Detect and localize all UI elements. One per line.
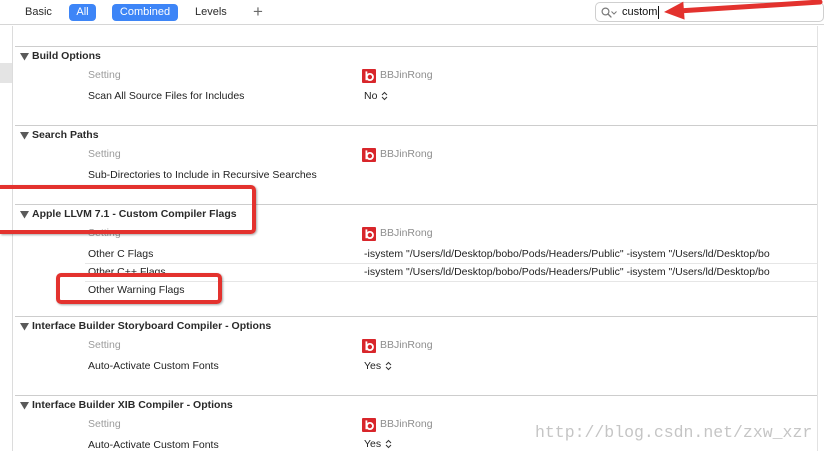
text-caret	[658, 5, 660, 19]
setting-value-text: -isystem "/Users/ld/Desktop/bobo/Pods/He…	[364, 266, 770, 278]
column-header-row: Setting BBJinRong	[85, 224, 817, 243]
setting-name: Other C++ Flags	[88, 266, 166, 278]
section-search-paths: Search Paths Setting BBJinRong Sub-Direc…	[15, 125, 817, 184]
stepper-chevron-icon[interactable]	[381, 91, 388, 101]
left-gutter-divider	[12, 26, 13, 451]
search-field[interactable]: custom	[595, 2, 824, 22]
all-filter-button[interactable]: All	[69, 4, 96, 21]
target-column-label: BBJinRong	[380, 69, 433, 81]
section-title: Search Paths	[32, 129, 99, 141]
stepper-chevron-icon[interactable]	[385, 361, 392, 371]
section-title: Build Options	[32, 50, 101, 62]
watermark-text: http://blog.csdn.net/zxw_xzr	[535, 423, 813, 442]
setting-column-label: Setting	[88, 418, 121, 430]
disclosure-triangle-icon[interactable]	[20, 132, 29, 140]
setting-value-text: -isystem "/Users/ld/Desktop/bobo/Pods/He…	[364, 248, 770, 260]
setting-column-label: Setting	[88, 227, 121, 239]
target-column-label: BBJinRong	[380, 227, 433, 239]
disclosure-triangle-icon[interactable]	[20, 211, 29, 219]
search-input-text: custom	[622, 6, 658, 18]
setting-row-scan-all-source-files[interactable]: Scan All Source Files for Includes No	[85, 87, 817, 105]
setting-row-auto-activate-custom-fonts[interactable]: Auto-Activate Custom Fonts Yes	[85, 357, 817, 375]
disclosure-triangle-icon[interactable]	[20, 53, 29, 61]
setting-value-text: No	[364, 90, 378, 102]
target-app-icon	[362, 338, 376, 353]
setting-column-label: Setting	[88, 339, 121, 351]
section-header[interactable]: Build Options	[15, 47, 817, 66]
section-build-options: Build Options Setting BBJinRong Scan All…	[15, 46, 817, 105]
add-setting-button[interactable]: +	[251, 3, 265, 21]
section-header[interactable]: Search Paths	[15, 126, 817, 145]
setting-value-popup[interactable]: Yes	[364, 357, 392, 375]
target-column-label: BBJinRong	[380, 418, 433, 430]
section-header[interactable]: Apple LLVM 7.1 - Custom Compiler Flags	[15, 205, 817, 224]
setting-name: Other Warning Flags	[88, 284, 185, 296]
setting-name: Auto-Activate Custom Fonts	[88, 360, 219, 372]
setting-column-label: Setting	[88, 148, 121, 160]
disclosure-triangle-icon[interactable]	[20, 402, 29, 410]
setting-column-label: Setting	[88, 69, 121, 81]
setting-name: Auto-Activate Custom Fonts	[88, 439, 219, 451]
section-title: Interface Builder XIB Compiler - Options	[32, 399, 233, 411]
basic-filter-button[interactable]: Basic	[19, 4, 59, 21]
section-header[interactable]: Interface Builder Storyboard Compiler - …	[15, 317, 817, 336]
setting-value-popup[interactable]: No	[364, 87, 388, 105]
column-header-row: Setting BBJinRong	[85, 66, 817, 85]
build-settings-window: Basic All Combined Levels + custom Build…	[0, 0, 824, 451]
column-header-row: Setting BBJinRong	[85, 145, 817, 164]
setting-row-other-cpp-flags[interactable]: Other C++ Flags -isystem "/Users/ld/Desk…	[85, 263, 817, 281]
search-input[interactable]: custom	[622, 3, 660, 21]
setting-name: Scan All Source Files for Includes	[88, 90, 245, 102]
levels-view-button[interactable]: Levels	[189, 4, 235, 21]
combined-view-button[interactable]: Combined	[112, 4, 178, 21]
section-storyboard-compiler-options: Interface Builder Storyboard Compiler - …	[15, 316, 817, 375]
setting-row-other-c-flags[interactable]: Other C Flags -isystem "/Users/ld/Deskto…	[85, 245, 817, 263]
search-options-chevron-icon[interactable]	[611, 11, 617, 15]
target-column-label: BBJinRong	[380, 148, 433, 160]
section-custom-compiler-flags: Apple LLVM 7.1 - Custom Compiler Flags S…	[15, 204, 817, 299]
target-app-icon	[362, 68, 376, 83]
setting-value-text: Yes	[364, 360, 382, 372]
setting-row-other-warning-flags[interactable]: Other Warning Flags	[85, 281, 817, 299]
section-title: Apple LLVM 7.1 - Custom Compiler Flags	[32, 208, 237, 220]
setting-row-recursive-subdirectories[interactable]: Sub-Directories to Include in Recursive …	[85, 166, 817, 184]
target-app-icon	[362, 226, 376, 241]
setting-name: Other C Flags	[88, 248, 154, 260]
setting-value-text: Yes	[364, 437, 382, 450]
column-header-row: Setting BBJinRong	[85, 336, 817, 355]
setting-value[interactable]: -isystem "/Users/ld/Desktop/bobo/Pods/He…	[364, 264, 770, 281]
section-title: Interface Builder Storyboard Compiler - …	[32, 320, 272, 332]
stepper-chevron-icon[interactable]	[385, 439, 392, 449]
gutter-selection	[0, 63, 12, 83]
right-divider	[817, 26, 818, 451]
target-app-icon	[362, 417, 376, 432]
target-app-icon	[362, 147, 376, 162]
build-settings-toolbar: Basic All Combined Levels + custom	[0, 0, 824, 25]
setting-value-popup[interactable]: Yes	[364, 436, 392, 451]
setting-value[interactable]: -isystem "/Users/ld/Desktop/bobo/Pods/He…	[364, 245, 770, 263]
setting-name: Sub-Directories to Include in Recursive …	[88, 169, 317, 181]
target-column-label: BBJinRong	[380, 339, 433, 351]
section-header[interactable]: Interface Builder XIB Compiler - Options	[15, 396, 817, 415]
disclosure-triangle-icon[interactable]	[20, 323, 29, 331]
